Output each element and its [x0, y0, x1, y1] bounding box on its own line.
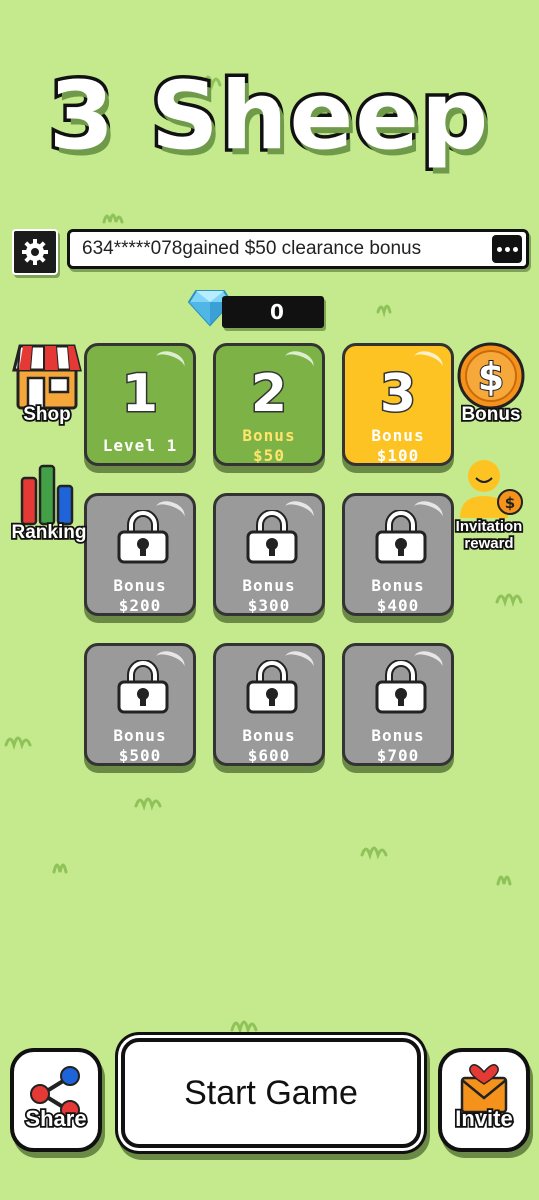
bonus-amount: $700 [376, 746, 420, 765]
bonus-label: Bonus [371, 726, 425, 745]
bonus-label: Bonus [371, 426, 425, 445]
gem-count: 0 [270, 300, 284, 324]
invite-label: Invite [454, 1104, 515, 1133]
share-button[interactable]: Share [10, 1048, 102, 1152]
person-coin-icon: $ [460, 460, 523, 518]
dot-icon [504, 246, 510, 252]
settings-button[interactable] [12, 229, 58, 275]
locked-tile-7[interactable]: Bonus $500 [84, 643, 196, 766]
bonus-label: Bonus [113, 726, 167, 745]
dollar-coin-icon: $ [457, 342, 525, 410]
game-title: 3 Sheep [45, 59, 492, 175]
bonus-amount: $100 [376, 446, 420, 465]
bonus-label: Bonus [460, 402, 523, 427]
padlock-icon [375, 510, 427, 564]
more-menu-button[interactable] [492, 235, 522, 263]
bonus-amount: $400 [376, 596, 420, 615]
bonus-label: Bonus [242, 426, 296, 445]
invitation-reward-button[interactable]: $ Invitation reward [446, 458, 532, 558]
level-tile-3[interactable]: 3 Bonus $100 [342, 343, 454, 466]
invitation-label-line1: Invitation [454, 516, 524, 537]
locked-tile-8[interactable]: Bonus $600 [213, 643, 325, 766]
bonus-amount: $50 [253, 446, 285, 465]
shop-button[interactable]: Shop [10, 340, 84, 432]
locked-tile-5[interactable]: Bonus $300 [213, 493, 325, 616]
svg-text:$: $ [478, 355, 504, 399]
start-game-label: Start Game [184, 1073, 358, 1112]
gear-icon [22, 239, 48, 265]
padlock-icon [246, 510, 298, 564]
bonus-label: Bonus [242, 576, 296, 595]
locked-tile-6[interactable]: Bonus $400 [342, 493, 454, 616]
shop-label: Shop [22, 402, 73, 427]
gem-counter: 0 [222, 296, 324, 328]
dot-icon [496, 246, 502, 252]
level-number: 3 [378, 363, 417, 426]
bonus-amount: $500 [118, 746, 162, 765]
bonus-button[interactable]: $ Bonus [450, 340, 532, 432]
bonus-label: Bonus [242, 726, 296, 745]
locked-tile-9[interactable]: Bonus $700 [342, 643, 454, 766]
share-label: Share [24, 1104, 89, 1133]
ranking-button[interactable]: Ranking [8, 462, 90, 552]
padlock-icon [246, 660, 298, 714]
announcement-ticker: 634*****078gained $50 clearance bonus [67, 229, 529, 269]
locked-tile-4[interactable]: Bonus $200 [84, 493, 196, 616]
level-tile-2[interactable]: 2 Bonus $50 [213, 343, 325, 466]
level-label: Level 1 [102, 436, 178, 455]
invitation-label-line2: reward [463, 533, 516, 554]
ticker-text: 634*****078gained $50 clearance bonus [82, 238, 422, 259]
start-game-button[interactable]: Start Game [121, 1038, 421, 1148]
bar-chart-icon [20, 464, 74, 526]
dot-icon [512, 246, 518, 252]
padlock-icon [375, 660, 427, 714]
bonus-label: Bonus [113, 576, 167, 595]
svg-text:$: $ [505, 494, 515, 512]
invite-button[interactable]: Invite [438, 1048, 530, 1152]
bonus-label: Bonus [371, 576, 425, 595]
level-number: 2 [249, 363, 288, 426]
bonus-amount: $600 [247, 746, 291, 765]
ranking-label: Ranking [10, 520, 88, 545]
bonus-amount: $300 [247, 596, 291, 615]
padlock-icon [117, 510, 169, 564]
level-tile-1[interactable]: 1 Level 1 [84, 343, 196, 466]
padlock-icon [117, 660, 169, 714]
bonus-amount: $200 [118, 596, 162, 615]
shop-icon [12, 344, 82, 410]
level-number: 1 [120, 363, 159, 426]
